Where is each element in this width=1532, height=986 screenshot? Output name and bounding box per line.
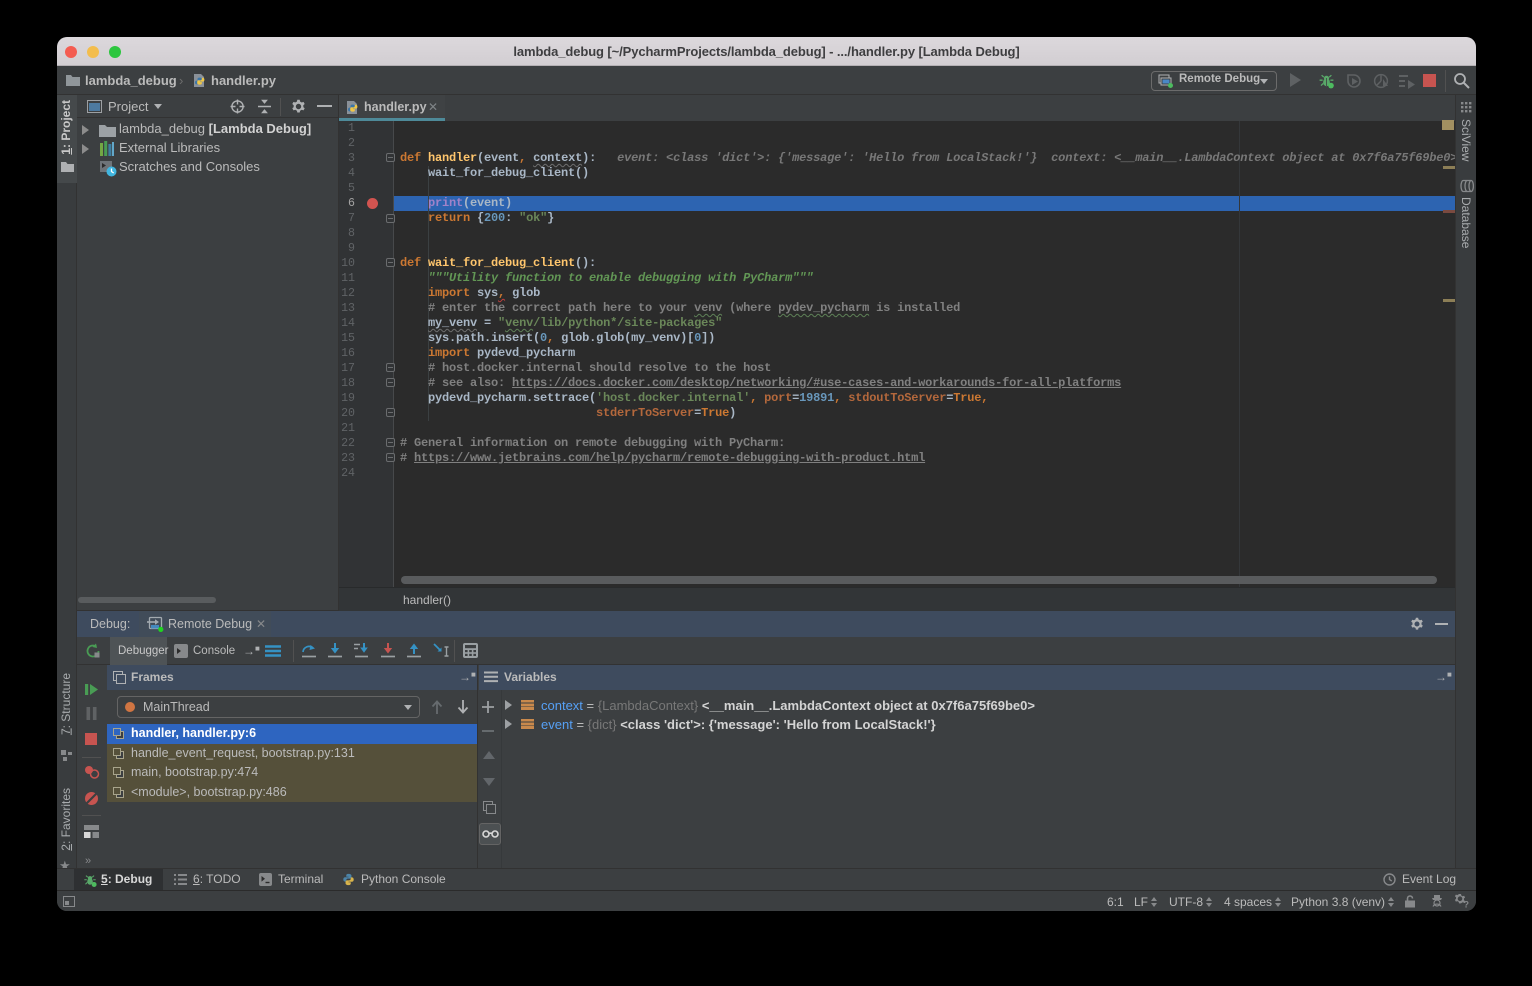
svg-text:?: ?	[1464, 900, 1470, 909]
